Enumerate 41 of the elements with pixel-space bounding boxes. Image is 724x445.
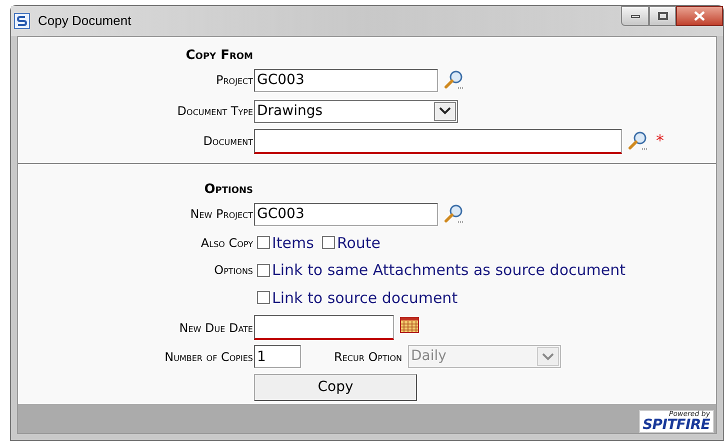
checkbox[interactable] [257,264,270,277]
input-field[interactable]: GC003 [254,202,438,226]
input-field[interactable]: 1 [254,345,301,368]
field-label: Options [214,263,253,278]
checkbox-label[interactable]: Route [336,232,381,254]
required-mark: * [656,130,664,152]
section-heading: Copy From [186,48,253,63]
field-label: Document [203,134,253,148]
checkbox[interactable] [322,236,335,250]
maximize-icon [658,12,668,20]
field-label: Document Type [177,104,253,118]
field-label: Recur Option [334,348,402,366]
search-icon[interactable] [444,70,464,90]
checkbox[interactable] [257,236,270,250]
maximize-button[interactable] [649,6,676,26]
section-heading: Options [204,182,253,197]
checkbox-label[interactable]: Items [272,232,314,254]
checkbox[interactable] [257,291,270,304]
calendar-icon[interactable] [400,316,419,333]
input-field[interactable] [254,128,622,154]
caret-icon [542,352,554,361]
field-label: New Project [190,207,253,222]
window-title: Copy Document [38,12,132,30]
copy-button[interactable]: Copy [254,374,417,402]
minimize-icon [630,14,640,18]
field-label: Number of Copies [164,350,253,364]
caret-icon [439,107,451,116]
search-icon[interactable] [444,204,464,224]
checkbox-label[interactable]: Link to source document [272,286,458,310]
minimize-button[interactable] [621,6,649,26]
input-field[interactable] [254,315,394,340]
field-label: Also Copy [200,236,253,250]
dropdown[interactable]: Drawings [254,100,458,123]
checkbox-label[interactable]: Link to same Attachments as source document [272,259,626,282]
field-label: Project [216,73,253,88]
app-icon [14,12,30,29]
field-label: New Due Date [179,320,253,335]
close-button[interactable] [676,6,723,26]
close-icon [694,11,705,21]
search-icon[interactable] [628,131,648,152]
input-field[interactable]: GC003 [254,68,438,92]
